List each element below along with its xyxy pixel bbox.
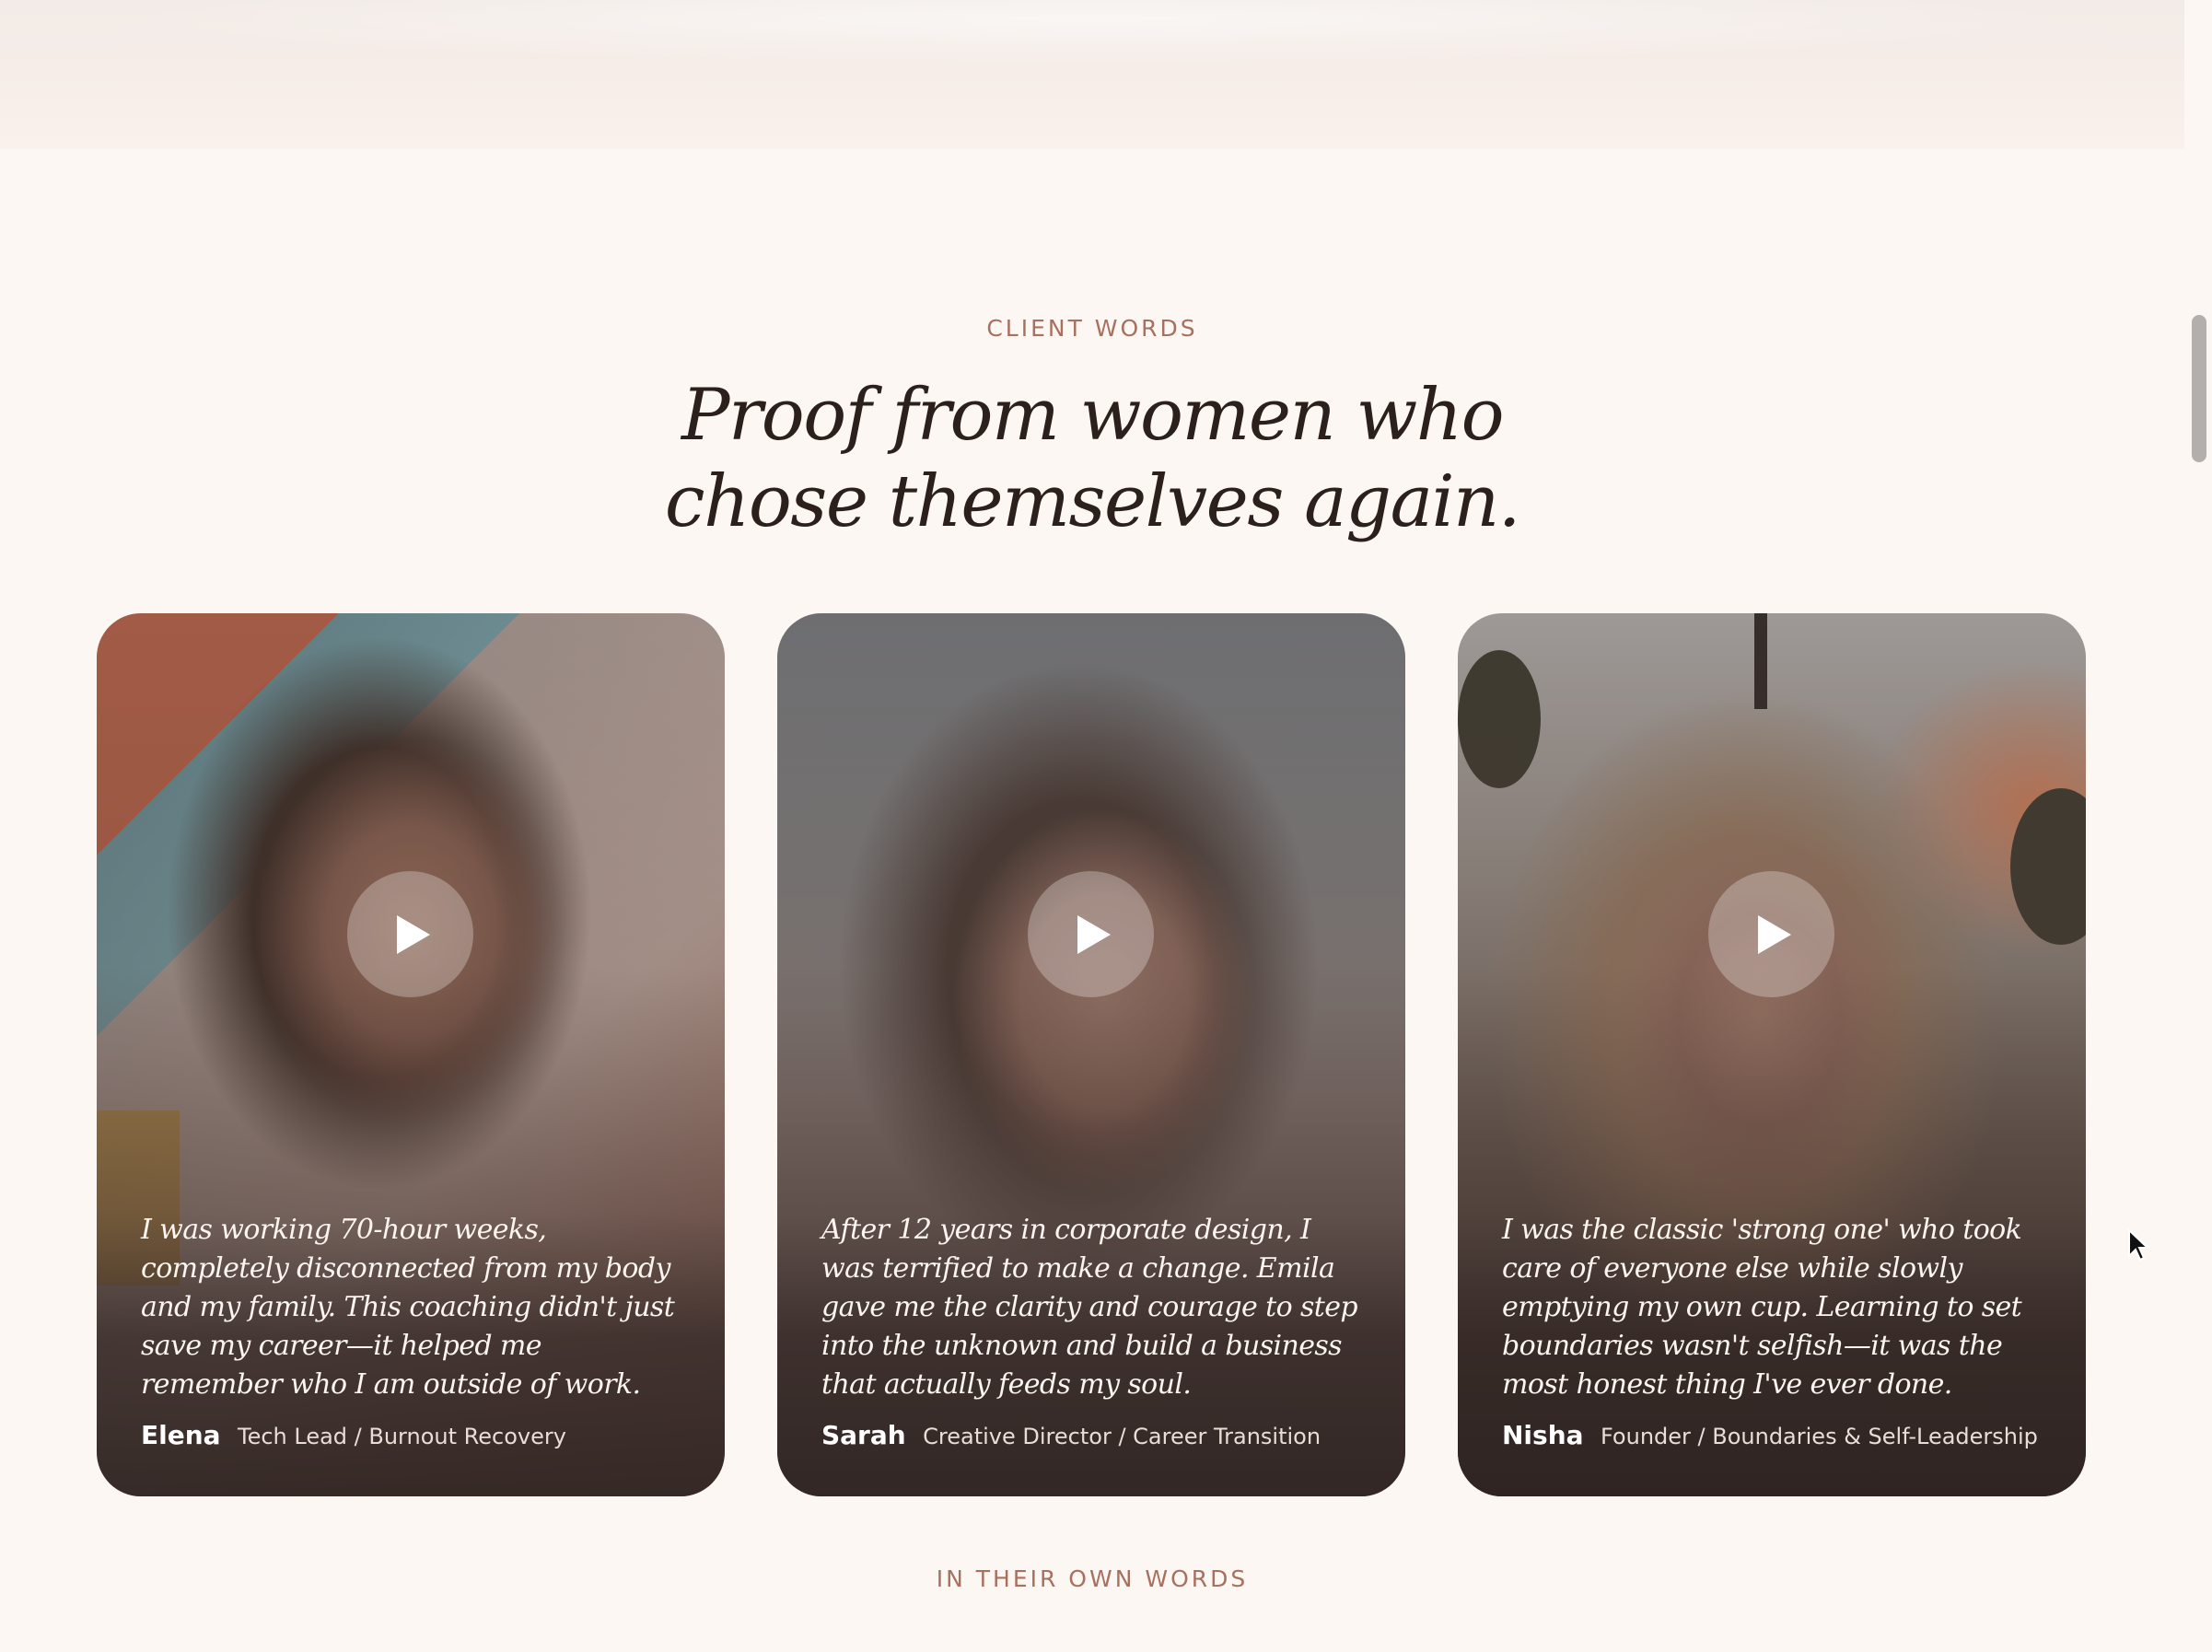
client-role: Founder / Boundaries & Self-Leadership [1600,1424,2038,1449]
testimonial-quote: After 12 years in corporate design, I wa… [821,1214,1358,1401]
headline-line-2: chose themselves again. [664,460,1521,543]
testimonial-quote: I was the classic 'strong one' who took … [1502,1214,2022,1401]
testimonial-card-sarah[interactable]: After 12 years in corporate design, I wa… [777,613,1405,1496]
cursor-arrow-icon [2127,1227,2150,1266]
testimonial-attribution: Elena Tech Lead / Burnout Recovery [141,1420,566,1450]
client-name: Nisha [1502,1420,1584,1450]
testimonial-attribution: Nisha Founder / Boundaries & Self-Leader… [1502,1420,2038,1450]
play-icon [396,914,430,954]
play-button[interactable] [1708,871,1834,997]
play-button[interactable] [1028,871,1154,997]
testimonial-card-elena[interactable]: I was working 70-hour weeks, completely … [97,613,725,1496]
section-headline: Proof from women who chose themselves ag… [0,372,2184,545]
testimonial-quote: I was working 70-hour weeks, completely … [141,1214,675,1401]
client-role: Tech Lead / Burnout Recovery [238,1424,566,1449]
page-scrollbar[interactable] [2184,0,2212,1652]
section-eyebrow: CLIENT WORDS [986,315,1198,342]
testimonial-card-nisha[interactable]: I was the classic 'strong one' who took … [1458,613,2086,1496]
play-icon [1757,914,1791,954]
testimonial-attribution: Sarah Creative Director / Career Transit… [821,1420,1321,1450]
scrollbar-thumb[interactable] [2192,315,2206,462]
headline-line-1: Proof from women who [681,374,1505,457]
play-button[interactable] [347,871,473,997]
band-highlight [101,0,2083,64]
next-section-eyebrow: IN THEIR OWN WORDS [936,1565,1249,1592]
previous-section-band [0,0,2184,149]
play-icon [1077,914,1111,954]
client-role: Creative Director / Career Transition [923,1424,1321,1449]
client-name: Elena [141,1420,221,1450]
client-name: Sarah [821,1420,906,1450]
